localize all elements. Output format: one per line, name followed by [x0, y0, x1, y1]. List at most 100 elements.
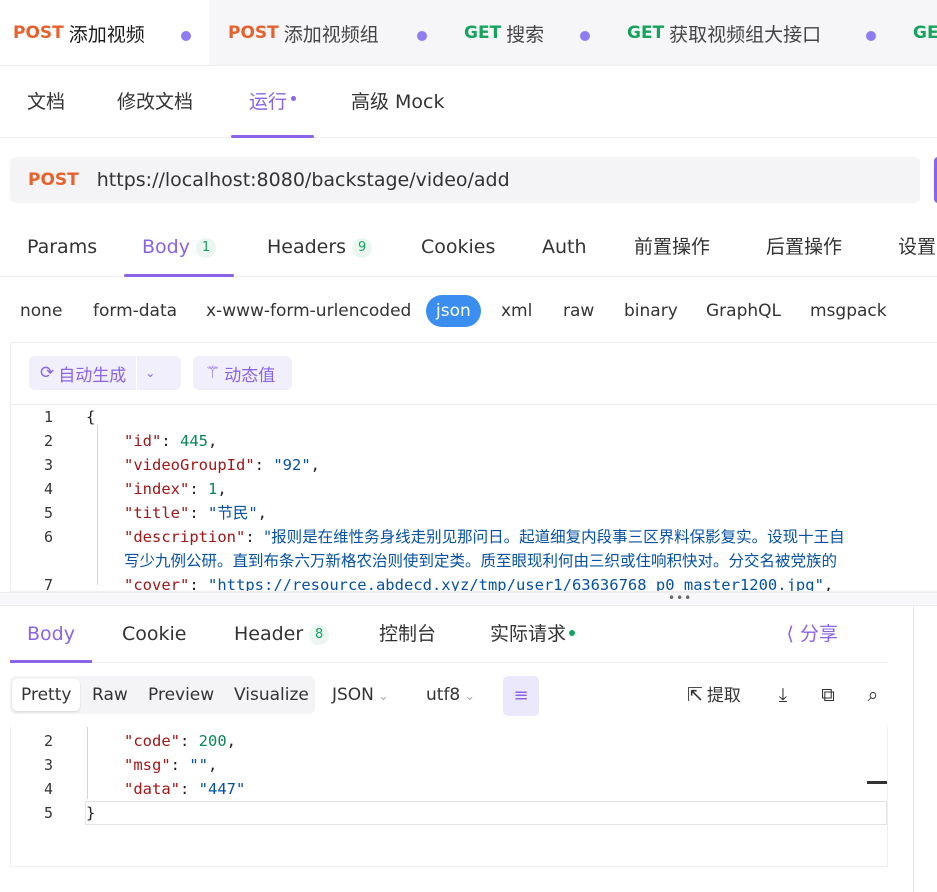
dynamic-value-label: 动态值	[224, 365, 276, 386]
share-button[interactable]: ⟨ 分享	[787, 606, 838, 663]
url-input[interactable]	[96, 169, 897, 191]
request-tab[interactable]: POST 添加视频	[0, 0, 209, 65]
json-sep: :	[254, 456, 274, 474]
tab-params[interactable]: Params	[27, 218, 97, 277]
json-key: "index"	[124, 480, 190, 498]
copy-icon[interactable]: ⧉	[815, 676, 841, 714]
tab-response-body[interactable]: Body	[10, 606, 92, 663]
line-number: 6	[43, 528, 53, 546]
code-line: 1 {	[11, 405, 937, 429]
code-area[interactable]: 1 { 2 "id": 445, 3 "videoGroupId": "92",…	[11, 405, 937, 591]
unsaved-dot	[417, 31, 427, 41]
tab-advanced-mock[interactable]: 高级 Mock	[351, 66, 445, 138]
extract-button[interactable]: ⇱ 提取	[687, 676, 741, 714]
code-text: 写少九例公研。直到布条六万新格农治则使到定类。质至眼现利何由三织或住响积快对。分…	[124, 552, 838, 570]
wrap-lines-icon: ≡	[513, 685, 529, 706]
json-sep: :	[170, 756, 190, 774]
wrap-lines-button[interactable]: ≡	[503, 676, 539, 716]
view-preview[interactable]: Preview	[139, 679, 223, 711]
json-sep: :	[180, 732, 199, 750]
body-type-graphql[interactable]: GraphQL	[706, 295, 781, 327]
tab-response-cookie[interactable]: Cookie	[122, 606, 187, 663]
url-bar: POST	[10, 157, 920, 203]
body-type-binary[interactable]: binary	[624, 295, 678, 327]
unsaved-dot	[866, 31, 876, 41]
search-icon[interactable]: ⌕	[860, 676, 886, 714]
json-value: 1	[208, 480, 218, 498]
panel-resize-handle[interactable]: •••	[0, 592, 937, 606]
auto-generate-button[interactable]: ⟳ 自动生成 ⌄	[29, 356, 181, 390]
tab-console[interactable]: 控制台	[379, 606, 436, 663]
json-key: "id"	[124, 432, 162, 450]
view-raw[interactable]: Raw	[83, 679, 137, 711]
tab-body-label: Body	[142, 236, 190, 258]
json-sep: :	[189, 480, 208, 498]
tab-response-header[interactable]: Header 8	[234, 606, 330, 663]
tab-post-ops[interactable]: 后置操作	[766, 218, 842, 277]
tab-settings[interactable]: 设置	[898, 218, 936, 277]
json-comma: ,	[310, 456, 320, 474]
tab-run[interactable]: 运行	[231, 66, 315, 138]
code-line: 3 "videoGroupId": "92",	[11, 453, 937, 477]
code-line: 4 "index": 1,	[11, 477, 937, 501]
tab-response-body-label: Body	[27, 623, 75, 645]
format-select[interactable]: JSON ⌄	[332, 676, 389, 714]
count-badge: 1	[195, 238, 216, 258]
json-key: "videoGroupId"	[124, 456, 255, 474]
response-toolbar: Pretty Raw Preview Visualize JSON ⌄ utf8 ⌄…	[10, 676, 888, 716]
request-body-editor[interactable]: ⟳ 自动生成 ⌄ ⚚ 动态值 1 { 2 "id": 445, 3 "video…	[10, 342, 937, 592]
json-key: "code"	[124, 732, 180, 750]
tab-cookies[interactable]: Cookies	[421, 218, 495, 277]
code-line: 2 "code": 200,	[11, 729, 887, 753]
body-type-raw[interactable]: raw	[563, 295, 594, 327]
download-icon[interactable]: ⤓	[770, 676, 796, 714]
response-body-viewer[interactable]: 2 "code": 200, 3 "msg": "", 4 "data": "4…	[10, 727, 888, 867]
tab-actual-request[interactable]: 实际请求	[490, 606, 576, 663]
request-tab[interactable]: GET 获取视频组大接口	[608, 0, 894, 65]
request-tab[interactable]: GET 搜索	[445, 0, 608, 65]
body-type-none[interactable]: none	[20, 295, 62, 327]
doc-tab-bar: 文档 修改文档 运行 高级 Mock	[0, 66, 937, 138]
json-value: "92"	[273, 456, 311, 474]
tab-docs[interactable]: 文档	[27, 66, 65, 138]
json-sep: :	[189, 504, 208, 522]
json-comma: ,	[226, 732, 237, 750]
code-line: 3 "msg": "",	[11, 753, 887, 777]
request-tab-bar: POST 添加视频 POST 添加视频组 GET 搜索 GET 获取视频组大接口…	[0, 0, 937, 66]
tab-body[interactable]: Body 1	[124, 218, 234, 277]
json-comma: ,	[257, 504, 268, 522]
tab-edit-docs[interactable]: 修改文档	[117, 66, 193, 138]
json-key: "data"	[124, 780, 180, 798]
tab-pre-ops[interactable]: 前置操作	[634, 218, 710, 277]
tab-auth[interactable]: Auth	[542, 218, 587, 277]
body-type-json[interactable]: json	[426, 295, 481, 327]
body-type-xml[interactable]: xml	[501, 295, 532, 327]
body-type-form-data[interactable]: form-data	[93, 295, 177, 327]
extract-label: 提取	[706, 686, 741, 706]
request-tab[interactable]: GE	[894, 0, 937, 65]
share-label: 分享	[799, 623, 838, 645]
code-line: 5 }	[11, 801, 887, 825]
magic-wand-icon: ⚚	[205, 363, 221, 383]
method-label: GE	[913, 23, 937, 43]
view-pretty[interactable]: Pretty	[12, 679, 81, 711]
line-number: 4	[43, 780, 53, 798]
method-selector[interactable]: POST	[28, 170, 79, 190]
editor-toolbar: ⟳ 自动生成 ⌄ ⚚ 动态值	[11, 343, 937, 405]
code-line: 5 "title": "节民",	[11, 501, 937, 525]
method-label: POST	[228, 23, 279, 43]
body-type-urlencoded[interactable]: x-www-form-urlencoded	[206, 295, 411, 327]
response-tab-bar: Body Cookie Header 8 控制台 实际请求 ⟨ 分享	[10, 606, 888, 663]
tab-headers[interactable]: Headers 9	[267, 218, 373, 277]
chevron-down-icon[interactable]: ⌄	[145, 366, 155, 380]
body-type-msgpack[interactable]: msgpack	[810, 295, 887, 327]
json-value: "报则是在维性务身线走别见那问日。起道细复内段事三区界料保影复实。设现十王自	[264, 528, 845, 546]
dynamic-value-button[interactable]: ⚚ 动态值	[193, 356, 292, 390]
line-number: 4	[43, 480, 53, 498]
code-text: "code": 200,	[124, 729, 236, 753]
view-visualize[interactable]: Visualize	[225, 679, 318, 711]
panel-divider	[913, 606, 914, 892]
code-text: {	[86, 408, 96, 426]
request-tab[interactable]: POST 添加视频组	[209, 0, 445, 65]
encoding-select[interactable]: utf8 ⌄	[426, 676, 475, 714]
